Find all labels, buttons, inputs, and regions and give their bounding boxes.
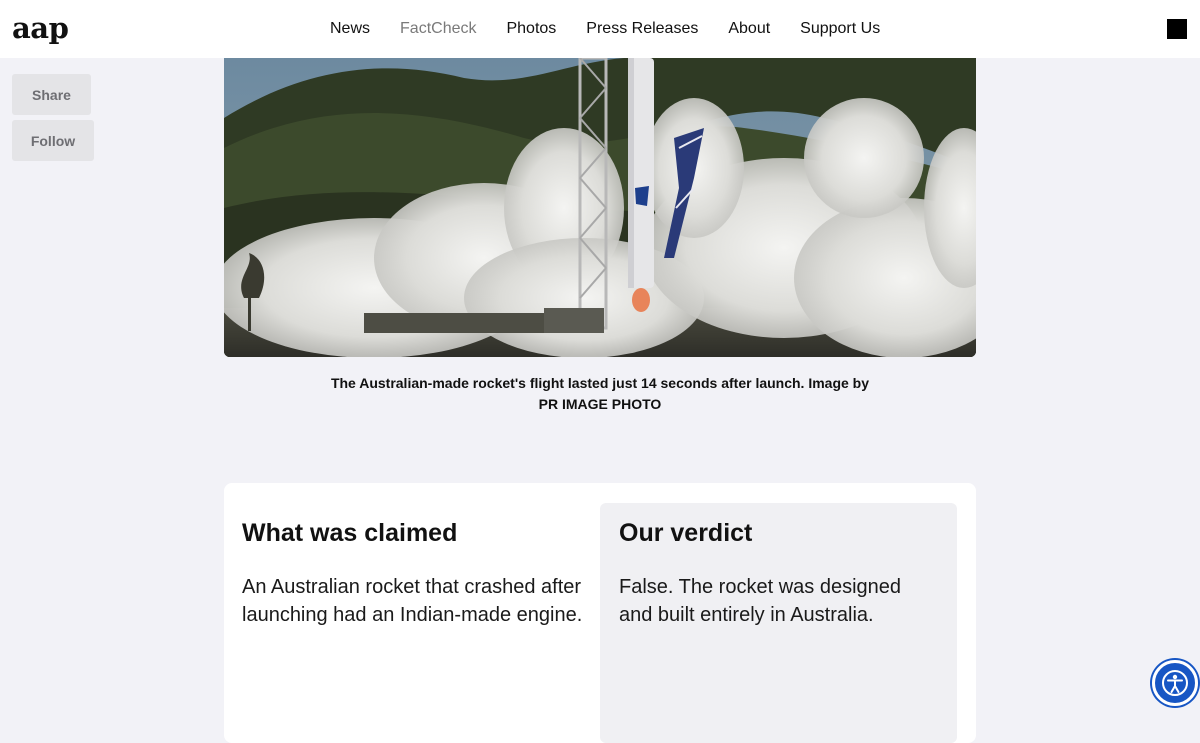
nav-photos[interactable]: Photos (506, 20, 556, 38)
site-logo[interactable]: aap (12, 10, 69, 46)
main-nav: News FactCheck Photos Press Releases Abo… (330, 0, 910, 58)
claim-section: What was claimed An Australian rocket th… (242, 503, 592, 629)
nav-press-releases[interactable]: Press Releases (586, 20, 698, 38)
hero-caption: The Australian-made rocket's flight last… (330, 375, 870, 412)
accessibility-button[interactable] (1152, 660, 1198, 706)
nav-support-us[interactable]: Support Us (800, 20, 880, 38)
hero-image (224, 58, 976, 357)
claim-heading: What was claimed (242, 519, 458, 547)
claim-text: An Australian rocket that crashed after … (242, 576, 583, 626)
follow-button[interactable]: Follow (12, 120, 94, 161)
nav-news[interactable]: News (330, 20, 370, 38)
nav-about[interactable]: About (728, 20, 770, 38)
share-button[interactable]: Share (12, 74, 91, 115)
menu-square-icon[interactable] (1167, 19, 1187, 39)
accessibility-icon (1162, 670, 1188, 696)
verdict-text: False. The rocket was designed and built… (619, 576, 902, 626)
claim-card: What was claimed An Australian rocket th… (224, 483, 976, 743)
nav-factcheck[interactable]: FactCheck (400, 20, 476, 38)
site-header: aap News FactCheck Photos Press Releases… (0, 0, 1200, 58)
verdict-section: Our verdict False. The rocket was design… (600, 503, 957, 743)
verdict-heading: Our verdict (619, 519, 753, 547)
